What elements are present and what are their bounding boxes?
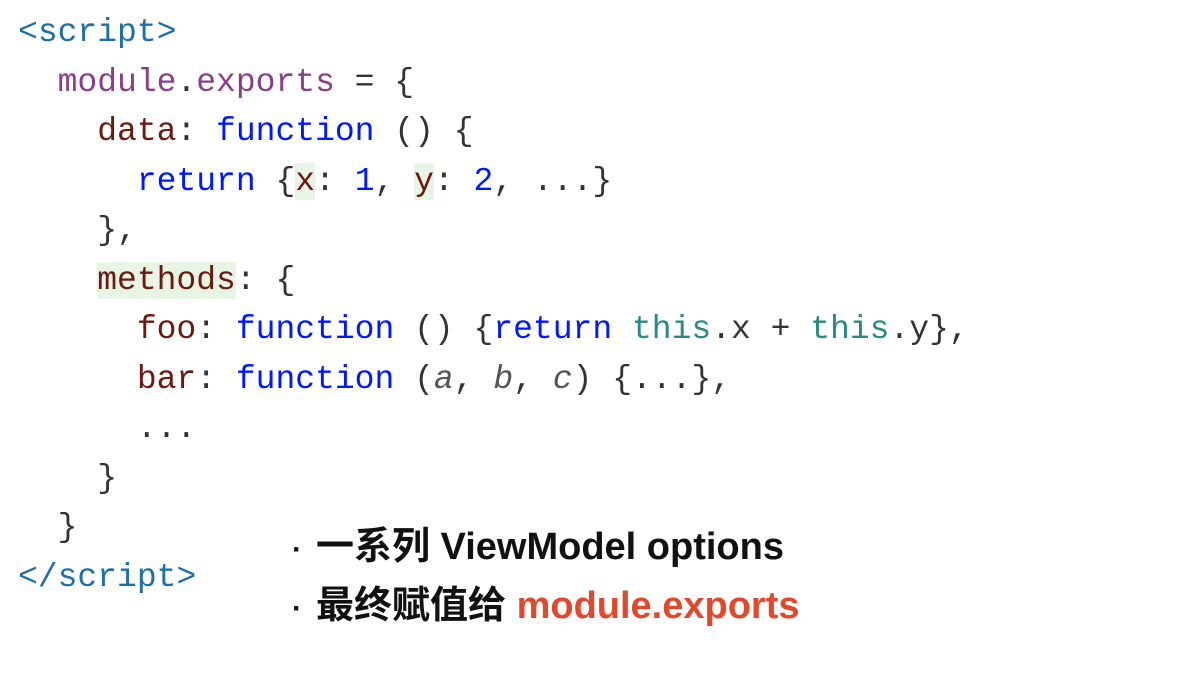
bullet-text-2-highlight: module.exports: [517, 585, 800, 627]
num-2: 2: [474, 163, 494, 200]
key-bar: bar: [137, 361, 196, 398]
bullet-item-1: · 一系列 ViewModel options: [278, 518, 800, 577]
key-methods: methods: [97, 262, 236, 299]
kw-return: return: [137, 163, 256, 200]
tag-close-angle: >: [157, 14, 177, 51]
tag-open-angle: <: [18, 14, 38, 51]
obj-key-x: x: [295, 163, 315, 200]
ident-module: module: [58, 64, 177, 101]
bullet-dot-icon: ·: [278, 527, 316, 574]
bullet-text-2-prefix: 最终赋值给: [316, 585, 517, 627]
kw-this: this: [632, 311, 711, 348]
param-c: c: [553, 361, 573, 398]
key-foo: foo: [137, 311, 196, 348]
bullet-list: · 一系列 ViewModel options · 最终赋值给 module.e…: [278, 518, 800, 636]
bullet-text-2: 最终赋值给 module.exports: [316, 577, 800, 636]
ident-exports: exports: [196, 64, 335, 101]
num-1: 1: [355, 163, 375, 200]
param-b: b: [493, 361, 513, 398]
kw-function: function: [216, 113, 374, 150]
code-block: <script> module.exports = { data: functi…: [18, 8, 1173, 602]
bullet-text-1: 一系列 ViewModel options: [316, 518, 784, 577]
tag-name-script: script: [38, 14, 157, 51]
ellipsis: ...: [533, 163, 592, 200]
bullet-dot-icon: ·: [278, 586, 316, 633]
obj-key-y: y: [414, 163, 434, 200]
param-a: a: [434, 361, 454, 398]
key-data: data: [97, 113, 176, 150]
bullet-item-2: · 最终赋值给 module.exports: [278, 577, 800, 636]
